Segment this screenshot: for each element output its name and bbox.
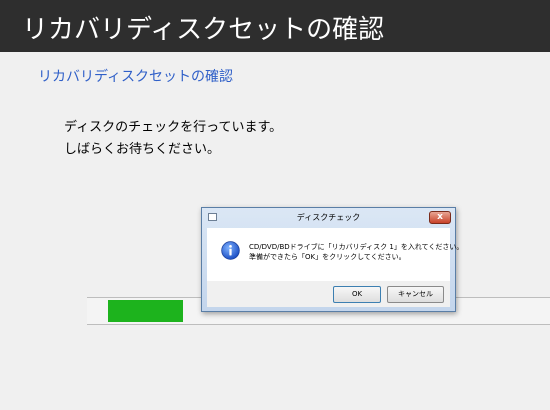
- info-icon: [221, 241, 240, 260]
- status-message: ディスクのチェックを行っています。 しばらくお待ちください。: [64, 117, 282, 161]
- progress-bar-fill: [108, 300, 183, 322]
- section-subtitle: リカバリディスクセットの確認: [38, 69, 234, 85]
- dialog-message-line-1: CD/DVD/BDドライブに「リカバリディスク 1」を入れてください。: [249, 243, 464, 251]
- window-title: リカバリディスクセットの確認: [22, 15, 385, 45]
- dialog-footer: OK キャンセル: [207, 281, 450, 307]
- dialog-message: CD/DVD/BDドライブに「リカバリディスク 1」を入れてください。 準備がで…: [249, 242, 463, 262]
- status-message-line-2: しばらくお待ちください。: [64, 142, 221, 157]
- dialog-message-line-2: 準備ができたら「OK」をクリックしてください。: [249, 253, 406, 261]
- dialog-body: CD/DVD/BDドライブに「リカバリディスク 1」を入れてください。 準備がで…: [207, 228, 463, 281]
- cancel-button[interactable]: キャンセル: [387, 286, 444, 303]
- close-icon[interactable]: x: [429, 211, 451, 224]
- status-message-line-1: ディスクのチェックを行っています。: [64, 120, 283, 135]
- disk-check-dialog: ディスクチェック x CD/DVD/BDドライブに「リカバリディスク 1」を入れ…: [201, 207, 463, 312]
- window-title-bar: リカバリディスクセットの確認: [0, 0, 550, 52]
- ok-button[interactable]: OK: [333, 286, 381, 303]
- dialog-title: ディスクチェック: [296, 213, 361, 222]
